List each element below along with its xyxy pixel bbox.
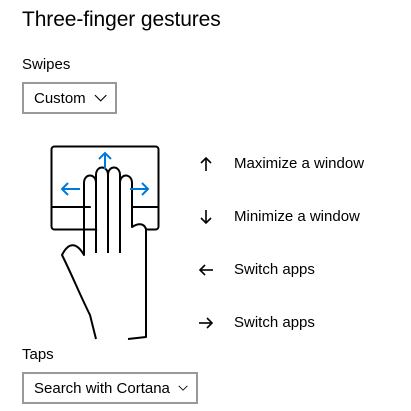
taps-dropdown-value: Search with Cortana (34, 379, 170, 397)
chevron-down-icon (94, 94, 107, 102)
arrow-up-icon (200, 156, 212, 171)
arrow-down-icon (200, 209, 212, 224)
swipes-dropdown[interactable]: Custom (22, 82, 117, 114)
taps-label: Taps (22, 346, 54, 363)
arrow-left-icon (198, 263, 213, 276)
page-title: Three-finger gestures (22, 8, 221, 31)
chevron-down-icon (178, 385, 188, 391)
gesture-row-up: Maximize a window (198, 155, 364, 172)
touchpad-hand-illustration (50, 145, 160, 340)
arrow-right-icon (199, 316, 214, 329)
gesture-label: Minimize a window (234, 208, 360, 225)
gesture-label: Switch apps (234, 314, 315, 331)
gesture-row-down: Minimize a window (198, 208, 360, 225)
gesture-row-right: Switch apps (198, 314, 315, 331)
taps-dropdown[interactable]: Search with Cortana (22, 372, 198, 404)
swipes-label: Swipes (22, 56, 71, 73)
gesture-label: Switch apps (234, 261, 315, 278)
gesture-row-left: Switch apps (198, 261, 315, 278)
swipes-dropdown-value: Custom (34, 89, 86, 107)
gesture-label: Maximize a window (234, 155, 365, 172)
